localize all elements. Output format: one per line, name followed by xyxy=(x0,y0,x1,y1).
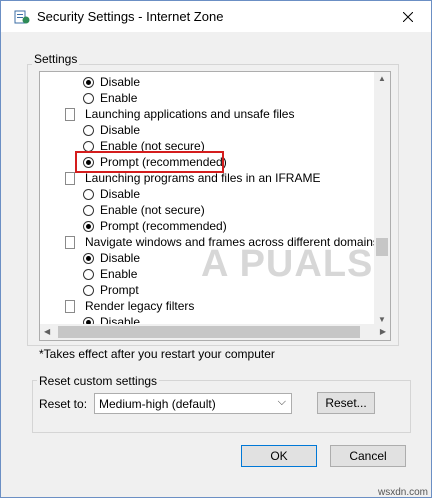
chevron-down-icon: ⌵ xyxy=(277,396,286,408)
security-settings-dialog: Security Settings - Internet Zone Settin… xyxy=(0,0,432,498)
watermark-logo: A PUALS xyxy=(201,243,374,285)
radio-button[interactable] xyxy=(83,204,94,216)
radio-button[interactable] xyxy=(83,252,94,264)
option-label: Disable xyxy=(100,75,141,89)
radio-button[interactable] xyxy=(83,220,94,232)
list-item[interactable]: Disable xyxy=(83,122,140,138)
option-label: Enable (not secure) xyxy=(100,203,205,217)
scroll-down-icon[interactable]: ▼ xyxy=(378,315,386,324)
list-item[interactable]: Enable (not secure) xyxy=(83,202,205,218)
document-icon xyxy=(65,299,75,313)
document-icon xyxy=(65,235,75,249)
category-label: Launching programs and files in an IFRAM… xyxy=(85,171,321,185)
radio-button[interactable] xyxy=(83,268,94,280)
radio-button[interactable] xyxy=(83,76,94,88)
radio-button[interactable] xyxy=(83,188,94,200)
settings-group-label: Settings xyxy=(32,52,80,66)
security-settings-icon xyxy=(14,10,30,24)
vertical-scroll-thumb[interactable] xyxy=(376,238,388,256)
selected-level: Medium-high (default) xyxy=(99,396,216,411)
title-bar: Security Settings - Internet Zone xyxy=(1,1,431,32)
cancel-button[interactable]: Cancel xyxy=(330,445,406,467)
category-label: Render legacy filters xyxy=(85,299,195,313)
reset-to-label: Reset to: xyxy=(39,397,88,411)
close-icon xyxy=(403,11,413,22)
horizontal-scrollbar[interactable]: ◀ ▶ xyxy=(40,324,390,340)
restart-note: *Takes effect after you restart your com… xyxy=(39,347,275,361)
list-item[interactable]: Prompt (recommended) xyxy=(83,218,227,234)
option-label: Disable xyxy=(100,251,141,265)
radio-button[interactable] xyxy=(83,140,94,152)
radio-button[interactable] xyxy=(83,124,94,136)
list-item[interactable]: Prompt xyxy=(83,282,139,298)
ok-button[interactable]: OK xyxy=(241,445,317,467)
vertical-scrollbar[interactable]: ▲ ▼ xyxy=(374,72,390,326)
option-label: Disable xyxy=(100,187,141,201)
list-item[interactable]: Enable xyxy=(83,90,137,106)
close-button[interactable] xyxy=(385,1,431,32)
scroll-right-icon[interactable]: ▶ xyxy=(380,327,386,336)
category-item: Launching applications and unsafe files xyxy=(65,106,294,122)
highlight-box xyxy=(75,151,224,173)
category-item: Render legacy filters xyxy=(65,298,194,314)
list-item[interactable]: Disable xyxy=(83,74,140,90)
list-item[interactable]: Enable xyxy=(83,266,137,282)
radio-button[interactable] xyxy=(83,92,94,104)
category-label: Launching applications and unsafe files xyxy=(85,107,295,121)
option-label: Prompt xyxy=(100,283,139,297)
reset-level-dropdown[interactable]: Medium-high (default) ⌵ xyxy=(94,393,292,414)
radio-button[interactable] xyxy=(83,284,94,296)
settings-list[interactable]: Disable Enable Launching applications an… xyxy=(39,71,391,341)
option-label: Prompt (recommended) xyxy=(100,219,227,233)
option-label: Disable xyxy=(100,123,141,137)
document-icon xyxy=(65,171,75,185)
window-title: Security Settings - Internet Zone xyxy=(37,9,224,24)
reset-button[interactable]: Reset... xyxy=(317,392,375,414)
option-label: Enable xyxy=(100,91,138,105)
scroll-up-icon[interactable]: ▲ xyxy=(378,74,386,83)
site-watermark: wsxdn.com xyxy=(377,487,428,498)
scroll-left-icon[interactable]: ◀ xyxy=(44,327,50,336)
horizontal-scroll-thumb[interactable] xyxy=(58,326,360,338)
list-item[interactable]: Disable xyxy=(83,186,140,202)
list-item[interactable]: Disable xyxy=(83,250,140,266)
option-label: Enable xyxy=(100,267,138,281)
reset-group-label: Reset custom settings xyxy=(37,374,160,388)
document-icon xyxy=(65,107,75,121)
